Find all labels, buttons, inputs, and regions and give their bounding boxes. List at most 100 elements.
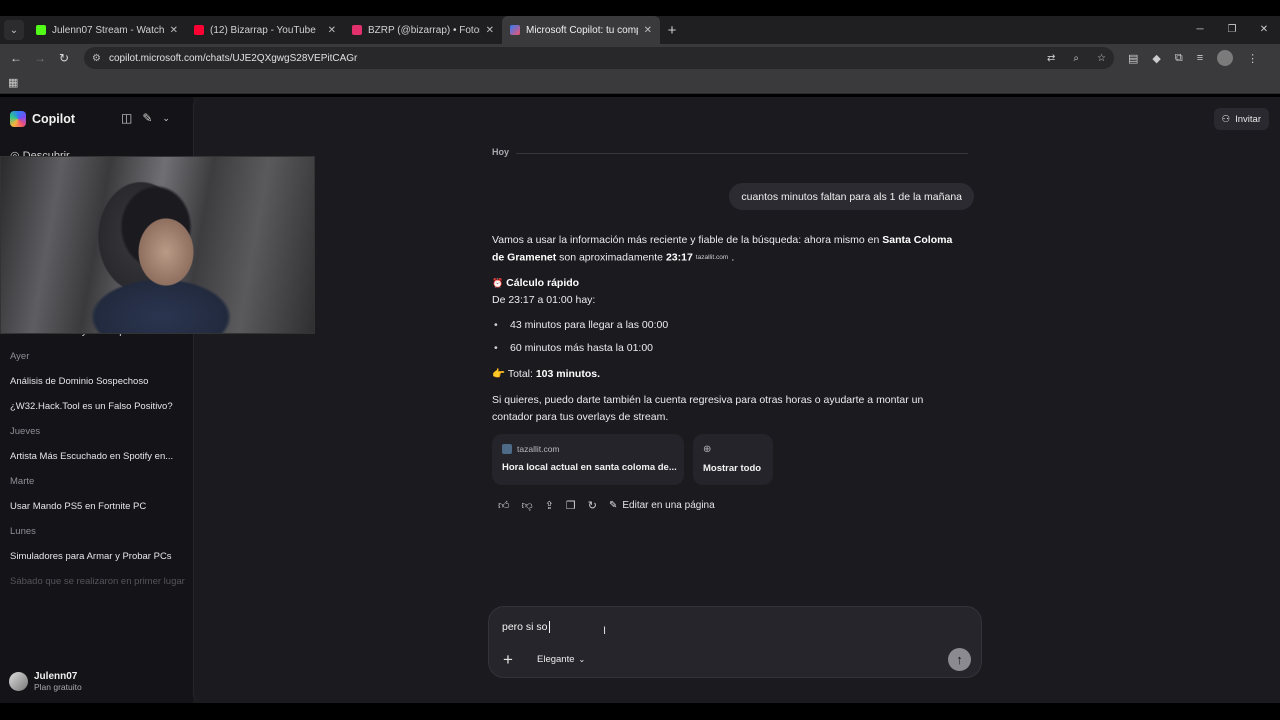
answer-time: 23:17 <box>665 251 693 264</box>
copy-icon[interactable]: ❐ <box>566 499 576 512</box>
webcam-overlay <box>0 156 315 334</box>
close-tab-icon[interactable]: ✕ <box>486 25 494 36</box>
new-chat-icon[interactable]: ✎ <box>142 111 152 125</box>
chat-history: Éxito de Shakira y Bizarrap en Y...··· A… <box>0 319 193 594</box>
history-item[interactable]: Análisis de Dominio Sospechoso <box>0 369 193 394</box>
browser-tab-0[interactable]: Julenn07 Stream - Watch Live o ✕ <box>28 16 186 44</box>
message-composer[interactable]: pero si so I + Elegante ⌄ ↑ <box>488 606 982 678</box>
reload-icon[interactable]: ↻ <box>52 51 76 65</box>
chat-main: ⚇ Invitar Hoy cuantos minutos faltan par… <box>193 97 1280 703</box>
close-tab-icon[interactable]: ✕ <box>328 25 336 36</box>
puzzle-icon[interactable]: ⧉ <box>1175 52 1183 65</box>
close-window-icon[interactable]: ✕ <box>1248 16 1280 44</box>
text-caret <box>548 621 550 634</box>
invite-button[interactable]: ⚇ Invitar <box>1213 108 1269 130</box>
answer-outro: Si quieres, puedo darte también la cuent… <box>492 394 924 424</box>
day-divider <box>516 153 968 154</box>
show-all-label: Mostrar todo <box>703 463 762 474</box>
answer-text: Vamos a usar la información más reciente… <box>492 234 883 246</box>
show-all-sources-card[interactable]: ⊕ Mostrar todo <box>693 434 773 485</box>
brand[interactable]: Copilot <box>10 111 75 127</box>
send-button[interactable]: ↑ <box>948 648 971 671</box>
zoom-icon[interactable]: ⌕ <box>1073 53 1079 64</box>
window-controls: ─ ❐ ✕ <box>1184 16 1280 44</box>
history-item[interactable]: Artista Más Escuchado en Spotify en... <box>0 444 193 469</box>
total-line: 👉 Total: 103 minutos. <box>492 366 966 383</box>
day-divider-label: Hoy <box>492 147 510 157</box>
answer-text: son aproximadamente <box>556 251 666 264</box>
answer-intro: Vamos a usar la información más reciente… <box>492 232 966 266</box>
source-card[interactable]: tazallit.com Hora local actual en santa … <box>492 434 684 485</box>
regenerate-icon[interactable]: ↻ <box>588 499 597 512</box>
pencil-icon: ✎ <box>608 500 618 511</box>
input-value: pero si so <box>502 621 548 633</box>
reading-list-icon[interactable]: ▤ <box>1128 52 1138 65</box>
bottom-letterbox <box>0 703 1280 720</box>
total-label: Total: <box>507 368 536 381</box>
history-item[interactable]: Sábado que se realizaron en primer lugar <box>0 569 193 594</box>
copilot-logo-icon <box>10 111 26 127</box>
minimize-icon[interactable]: ─ <box>1184 16 1216 44</box>
bookmarks-bar: ▦ <box>0 72 1280 94</box>
mode-selector[interactable]: Elegante ⌄ <box>529 649 593 669</box>
thumbs-down-icon[interactable]: 👎︎ <box>522 499 533 512</box>
browser-toolbar: ← → ↻ ⚙ copilot.microsoft.com/chats/UJE2… <box>0 44 1280 72</box>
text-cursor-icon: I <box>603 625 607 637</box>
share-icon[interactable]: ⇪ <box>545 499 554 512</box>
browser-tab-1[interactable]: (12) Bizarrap - YouTube ✕ <box>186 16 344 44</box>
extension-icon[interactable]: ◆ <box>1152 52 1160 65</box>
add-attachment-icon[interactable]: + <box>503 650 513 670</box>
edit-in-page-button[interactable]: ✎ Editar en una página <box>609 500 715 511</box>
address-bar[interactable]: ⚙ copilot.microsoft.com/chats/UJE2QXgwgS… <box>84 47 1114 69</box>
calc-heading: ⏰ Cálculo rápido <box>492 275 966 292</box>
chevron-down-icon: ⌄ <box>578 654 586 664</box>
back-icon[interactable]: ← <box>4 51 28 65</box>
thumbs-up-icon[interactable]: 👍︎ <box>498 499 510 512</box>
user-profile[interactable]: Julenn07 Plan gratuito <box>9 671 82 692</box>
new-tab-button[interactable]: + <box>660 22 684 39</box>
translate-icon[interactable]: ⇄ <box>1047 53 1055 64</box>
profile-avatar[interactable] <box>1217 50 1234 66</box>
user-plan: Plan gratuito <box>34 682 82 692</box>
history-item[interactable]: ¿W32.Hack.Tool es un Falso Positivo? <box>0 394 193 419</box>
history-group-label: Ayer <box>10 351 30 362</box>
forward-icon[interactable]: → <box>28 51 52 65</box>
sidebar-tools: ◫ ✎ ⌄ <box>121 111 170 125</box>
user-name: Julenn07 <box>34 671 78 682</box>
globe-icon: ⊕ <box>703 444 712 455</box>
list-item: 43 minutos para llegar a las 00:00 <box>492 317 966 334</box>
tab-title: Microsoft Copilot: tu complem <box>526 24 638 36</box>
url-text: copilot.microsoft.com/chats/UJE2QXgwgS28… <box>108 52 358 64</box>
mode-label: Elegante <box>537 653 575 665</box>
tab-title: (12) Bizarrap - YouTube <box>210 24 316 36</box>
instagram-favicon-icon <box>352 25 362 35</box>
chevron-down-icon[interactable]: ⌄ <box>162 111 170 125</box>
history-group-label: Jueves <box>10 426 41 437</box>
menu-icon[interactable]: ⋮ <box>1247 52 1258 65</box>
pointing-hand-icon: 👉 <box>492 368 506 381</box>
restore-icon[interactable]: ❐ <box>1216 16 1248 44</box>
calc-title: Cálculo rápido <box>506 277 580 290</box>
total-value: 103 minutos. <box>535 368 601 381</box>
apps-grid-icon[interactable]: ▦ <box>8 76 18 89</box>
browser-tab-bar: ⌄ Julenn07 Stream - Watch Live o ✕ (12) … <box>0 16 1280 44</box>
tab-search-button[interactable]: ⌄ <box>4 20 24 40</box>
bookmark-star-icon[interactable]: ☆ <box>1097 53 1106 64</box>
history-group-label: Lunes <box>10 526 36 537</box>
copilot-favicon-icon <box>510 25 520 35</box>
answer-text: . <box>731 251 735 264</box>
close-tab-icon[interactable]: ✕ <box>170 25 178 36</box>
browser-tab-2[interactable]: BZRP (@bizarrap) • Fotos y vid ✕ <box>344 16 502 44</box>
site-favicon-icon <box>502 444 512 454</box>
history-item[interactable]: Usar Mando PS5 en Fortnite PC <box>0 494 193 519</box>
media-icon[interactable]: ≡ <box>1197 52 1203 64</box>
youtube-favicon-icon <box>194 25 204 35</box>
browser-tab-3[interactable]: Microsoft Copilot: tu complem ✕ <box>502 16 660 44</box>
avatar <box>9 672 28 691</box>
close-tab-icon[interactable]: ✕ <box>644 25 652 36</box>
toggle-sidebar-icon[interactable]: ◫ <box>121 111 132 125</box>
message-input[interactable]: pero si so <box>502 621 550 634</box>
history-item[interactable]: Simuladores para Armar y Probar PCs <box>0 544 193 569</box>
site-info-icon[interactable]: ⚙ <box>92 53 101 64</box>
citation-chip[interactable]: tazallit.com <box>696 254 729 261</box>
